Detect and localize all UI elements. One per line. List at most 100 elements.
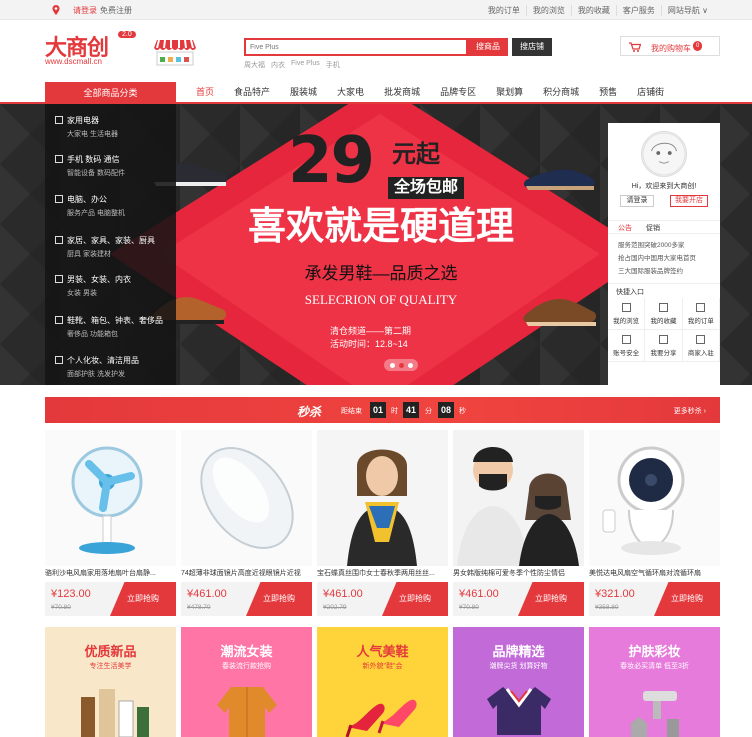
search-products-button[interactable]: 搜商品 [468,38,508,56]
quick-merchant[interactable]: 商家入驻 [682,330,720,362]
top-link-service[interactable]: 客户服务 [615,5,661,16]
category-sub: 女装 男装 [67,290,97,297]
nav-home[interactable]: 首页 [186,82,224,102]
nav-group-buy[interactable]: 聚划算 [486,82,533,102]
nav-shop-street[interactable]: 店铺街 [627,82,674,102]
hotword[interactable]: Five Plus [291,60,320,70]
search-input[interactable] [246,40,466,54]
tab-promo[interactable]: 促销 [646,223,660,233]
buy-now-button[interactable]: 立即抢购 [654,582,720,616]
category-sub: 服务产品 电脑整机 [67,210,125,217]
product-card[interactable]: 美悦达电风扇空气循环扇对流循环扇 ¥321.00 ¥358.80 立即抢购 [589,430,720,616]
buy-now-button[interactable]: 立即抢购 [246,582,312,616]
panel-login-button[interactable]: 请登录 [620,195,654,207]
quick-orders[interactable]: 我的订单 [682,298,720,330]
hotword[interactable]: 周大福 [244,60,265,70]
logo-version-badge: 2.0 [118,31,136,38]
promo-tile[interactable]: 优质新品 专注生活美学 [45,627,176,737]
user-panel: Hi，欢迎来到大商创! 请登录 我要开店 公告 促销 服务范围突破2000多家 … [608,123,720,385]
nav-clothing[interactable]: 服装城 [280,82,327,102]
promo-tile[interactable]: 潮流女装 春装流行款抢购 [181,627,312,737]
product-name[interactable]: 74超薄非球面镜片高度近视眼镜片近视 [181,568,312,578]
cart-button[interactable]: 我的购物车 0 [620,36,720,56]
nav-appliances[interactable]: 大家电 [327,82,374,102]
price-bar: ¥461.00 ¥70.80 立即抢购 [453,582,584,616]
welcome-text: Hi，欢迎来到大商创! [631,183,697,190]
carousel-dot-active[interactable] [398,362,404,368]
phone-icon [55,155,63,163]
category-sub: 厨具 家装建材 [67,251,111,258]
category-title: 男装、女装、内衣 [67,275,131,284]
search-shops-button[interactable]: 搜店铺 [512,38,552,56]
top-link-orders[interactable]: 我的订单 [482,5,526,16]
promo-title: 潮流女装 [220,644,273,659]
mask-models-image [453,430,584,566]
open-shop-button[interactable]: 我要开店 [670,195,708,207]
promo-subtitle: 专注生活美学 [89,663,132,670]
notice-tabs: 公告 促销 [608,220,720,234]
bag-icon [55,316,63,324]
seconds-unit: 秒 [459,408,466,415]
buy-now-button[interactable]: 立即抢购 [110,582,176,616]
category-item[interactable]: 电脑、办公服务产品 电脑整机 [55,194,125,218]
quick-favorites[interactable]: 我的收藏 [645,298,683,330]
product-name[interactable]: 宝石蝶真丝围巾女士春秋季两用丝丝... [317,568,448,578]
nav-brands[interactable]: 品牌专区 [430,82,486,102]
circulation-fan-image [589,430,720,566]
quick-label: 我的订单 [687,318,714,325]
hotword[interactable]: 手机 [326,60,340,70]
cart-count-badge: 0 [693,41,703,51]
promo-tile[interactable]: 品牌精选 潮牌尖货 划算好物 [453,627,584,737]
top-link-favorites[interactable]: 我的收藏 [570,5,616,16]
product-price: ¥321.00 [595,588,635,600]
promo-tile[interactable]: 人气美鞋 新外貌"鞋"会 [317,627,448,737]
more-seckill-link[interactable]: 更多秒杀 › [674,406,706,416]
product-card[interactable]: 骆利沙电风扇家用落地扇叶台扇静... ¥123.00 ¥70.80 立即抢购 [45,430,176,616]
top-link-sitemap[interactable]: 网站导航 ∨ [660,5,714,16]
buy-now-button[interactable]: 立即抢购 [382,582,448,616]
product-price: ¥123.00 [51,588,91,600]
all-categories-button[interactable]: 全部商品分类 [45,82,176,104]
buy-now-button[interactable]: 立即抢购 [518,582,584,616]
register-link[interactable]: 免费注册 [100,5,132,16]
news-item[interactable]: 三大国际服装品牌签约 [618,265,683,275]
category-item[interactable]: 个人化妆、清洁用品 面部护肤 洗发护发 [55,355,139,379]
news-item[interactable]: 抢占国内中国用大家电首页 [618,252,696,262]
shoe-image [523,169,595,190]
category-title: 电脑、办公 [67,195,107,204]
carousel-indicators [384,359,418,371]
news-item[interactable]: 服务范围突破2000多家 [618,239,684,249]
more-seckill-label: 更多秒杀 [673,408,702,415]
quick-history[interactable]: 我的浏览 [608,298,646,330]
product-name[interactable]: 骆利沙电风扇家用落地扇叶台扇静... [45,568,176,578]
avatar[interactable] [641,131,687,177]
nav-points-mall[interactable]: 积分商城 [533,82,589,102]
category-item[interactable]: 家用电器 大家电 生活电器 [55,115,118,139]
nav-food[interactable]: 食品特产 [224,82,280,102]
quick-security[interactable]: 账号安全 [608,330,646,362]
banner-price-suffix: 元起 [392,141,440,168]
category-item[interactable]: 男装、女装、内衣 女装 男装 [55,274,131,298]
quick-share[interactable]: 我要分享 [645,330,683,362]
category-item[interactable]: 家居、家具、家装、厨具 厨具 家装建材 [55,235,155,259]
nav-presale[interactable]: 预售 [589,82,627,102]
carousel-dot[interactable] [407,362,413,368]
clothing-icon [55,275,63,283]
category-item[interactable]: 手机 数码 通信 智能设备 数码配件 [55,154,125,178]
hotword[interactable]: 内衣 [271,60,285,70]
login-link[interactable]: 请登录 [73,5,97,16]
product-card[interactable]: 男女韩版纯棉可爱冬季个性防尘情侣 ¥461.00 ¥70.80 立即抢购 [453,430,584,616]
logo-url: www.dscmall.cn [45,57,102,66]
product-card[interactable]: 74超薄非球面镜片高度近视眼镜片近视 ¥461.00 ¥478.70 立即抢购 [181,430,312,616]
carousel-dot[interactable] [389,362,395,368]
product-name[interactable]: 男女韩版纯棉可爱冬季个性防尘情侣 [453,568,584,578]
category-item[interactable]: 鞋靴、箱包、钟表、奢侈品 奢侈品 功能箱包 [55,315,163,339]
product-card[interactable]: 宝石蝶真丝围巾女士春秋季两用丝丝... ¥461.00 ¥202.79 立即抢购 [317,430,448,616]
promo-tile[interactable]: 护肤彩妆 春妆必买清单 低至3折 [589,627,720,737]
tab-notice[interactable]: 公告 [618,223,632,233]
countdown-hours: 01 [370,402,386,418]
nav-wholesale[interactable]: 批发商城 [374,82,430,102]
product-name[interactable]: 美悦达电风扇空气循环扇对流循环扇 [589,568,720,578]
top-link-history[interactable]: 我的浏览 [525,5,571,16]
category-title: 家居、家具、家装、厨具 [67,236,155,245]
